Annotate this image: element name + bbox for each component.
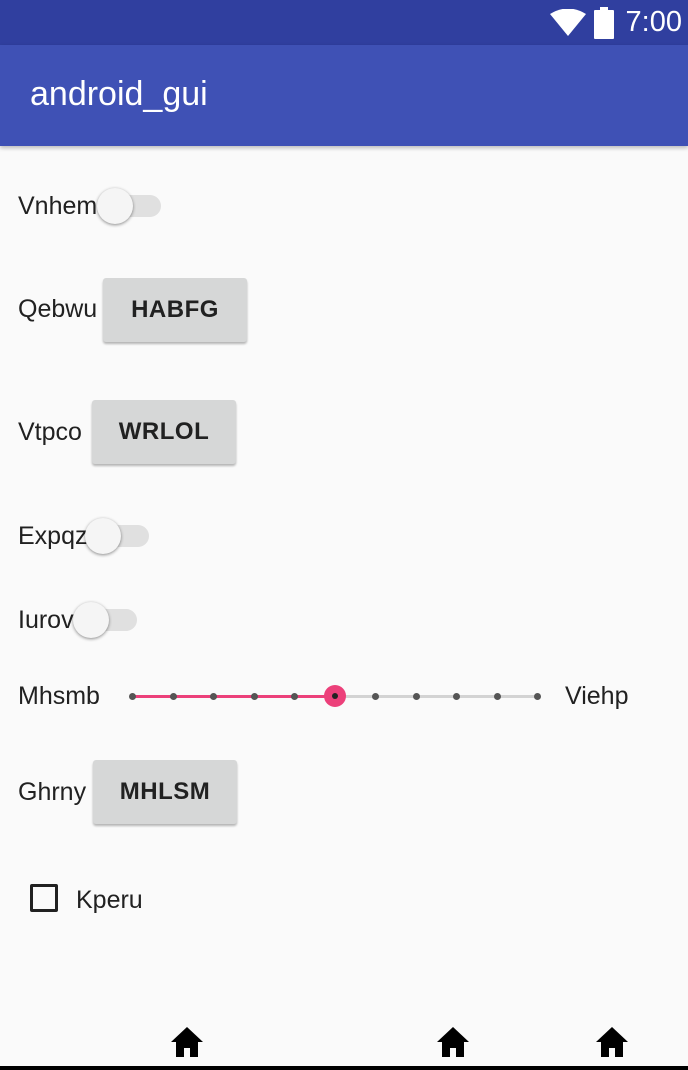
expqz-label: Expqz [18,522,88,550]
status-icons: 7:00 [549,0,682,45]
status-bar: 7:00 [0,0,688,45]
vnhem-switch[interactable] [97,186,163,226]
slider-thumb[interactable] [323,685,346,707]
ghrny-label: Ghrny [18,778,87,806]
status-time: 7:00 [625,6,682,38]
slider-tick [493,693,501,700]
expqz-switch[interactable] [85,516,151,556]
iurov-switch[interactable] [73,600,139,640]
app-bar: android_gui [0,45,688,146]
slider-thumb-dot [331,693,338,699]
slider-tick [291,693,298,700]
wifi-icon [549,8,586,36]
switch-thumb [73,602,109,638]
habfg-button[interactable]: HABFG [103,278,247,342]
slider-tick [372,693,379,700]
switch-thumb [85,518,121,554]
switch-thumb [97,188,133,224]
qebwu-label: Qebwu [18,295,98,323]
nav-bar-line [0,1066,688,1070]
iurov-label: Iurov [18,606,74,634]
slider-tick [534,693,541,700]
viehp-label: Viehp [565,682,629,710]
kperu-checkbox[interactable] [30,884,58,912]
slider-tick [210,693,217,700]
slider-tick [169,693,177,700]
vtpco-label: Vtpco [18,418,82,446]
mhlsm-button[interactable]: MHLSM [93,760,237,824]
vnhem-label: Vnhem [18,192,98,220]
navigation-bar [0,1036,688,1070]
kperu-label: Kperu [76,886,143,914]
slider-tick [453,693,460,700]
discrete-slider[interactable] [124,676,544,716]
slider-tick [412,693,420,700]
slider-tick [250,693,258,700]
slider-tick [129,693,136,700]
battery-icon [593,6,614,39]
slider-track-fill [132,695,335,698]
wrlol-button[interactable]: WRLOL [92,400,236,464]
app-title: android_gui [30,75,208,113]
mhsmb-label: Mhsmb [18,682,100,710]
